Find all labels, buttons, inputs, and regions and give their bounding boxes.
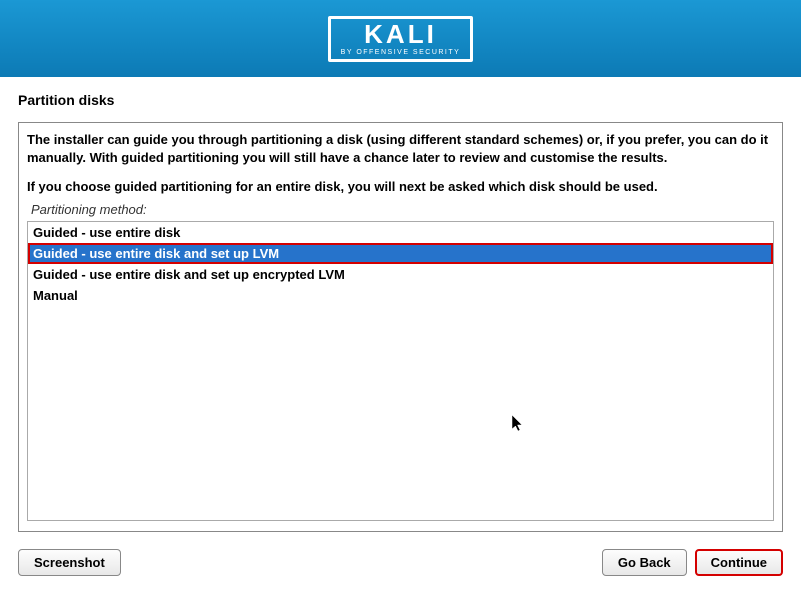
option-guided-lvm[interactable]: Guided - use entire disk and set up LVM <box>28 243 773 264</box>
option-guided-encrypted-lvm[interactable]: Guided - use entire disk and set up encr… <box>28 264 773 285</box>
content-area: Partition disks The installer can guide … <box>0 92 801 576</box>
header-banner: KALI BY OFFENSIVE SECURITY <box>0 0 801 77</box>
instruction-text-2: If you choose guided partitioning for an… <box>27 178 774 196</box>
button-bar-left: Screenshot <box>18 549 121 576</box>
instruction-panel: The installer can guide you through part… <box>18 122 783 532</box>
option-guided-entire-disk[interactable]: Guided - use entire disk <box>28 222 773 243</box>
logo-sub-text: BY OFFENSIVE SECURITY <box>341 49 461 56</box>
partitioning-options-list: Guided - use entire disk Guided - use en… <box>27 221 774 521</box>
option-manual[interactable]: Manual <box>28 285 773 306</box>
partitioning-method-label: Partitioning method: <box>31 202 774 217</box>
continue-button[interactable]: Continue <box>695 549 783 576</box>
button-bar-right: Go Back Continue <box>602 549 783 576</box>
go-back-button[interactable]: Go Back <box>602 549 687 576</box>
button-bar: Screenshot Go Back Continue <box>18 549 783 576</box>
logo-main-text: KALI <box>364 21 437 47</box>
kali-logo: KALI BY OFFENSIVE SECURITY <box>328 16 474 62</box>
instruction-text-1: The installer can guide you through part… <box>27 131 774 166</box>
page-title: Partition disks <box>18 92 783 108</box>
screenshot-button[interactable]: Screenshot <box>18 549 121 576</box>
